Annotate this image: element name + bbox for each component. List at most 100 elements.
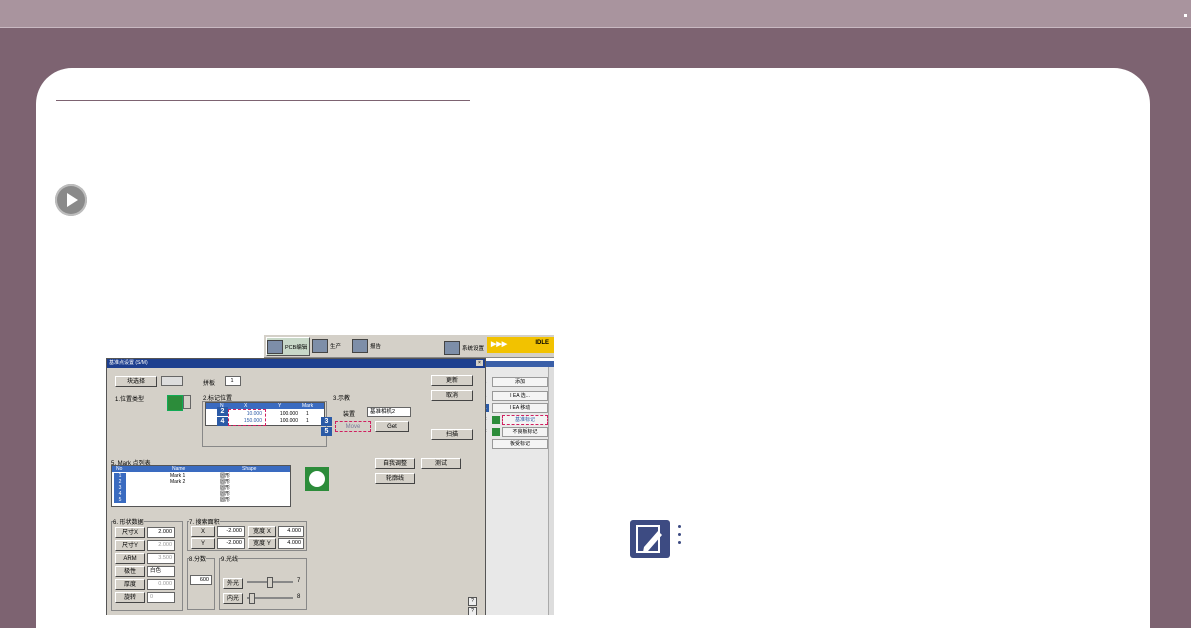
col-name: Name: [172, 466, 186, 472]
idle-label: IDLE: [535, 340, 549, 346]
close-icon[interactable]: ×: [476, 360, 483, 366]
search-y-field[interactable]: -2.000: [217, 538, 245, 549]
block-select-button[interactable]: 块选择: [115, 376, 157, 387]
search-x-field[interactable]: -2.000: [217, 526, 245, 537]
rp-cell: I EA 选...: [492, 390, 548, 401]
outer-light-thumb[interactable]: [267, 577, 273, 588]
system-setting-button[interactable]: 系统设置: [444, 339, 484, 356]
mark-list-table[interactable]: No Name Shape 1 Mark 1 圆形 2 Mark 2 圆形 3 圆形 4圆…: [111, 465, 291, 507]
col-mark: Mark: [302, 403, 314, 409]
width-x-label: 宽度 X: [248, 526, 276, 537]
block-select-field[interactable]: [161, 376, 183, 386]
dialog-title: 基准点设置 (S/M): [109, 360, 148, 366]
mark-shape-preview: [305, 467, 329, 491]
rp-row[interactable]: F不良板标记: [478, 426, 548, 437]
report-label: 报告: [370, 343, 382, 350]
rp-row[interactable]: 1I EA 移动: [478, 402, 548, 413]
get-button[interactable]: Get: [375, 421, 409, 432]
report-button[interactable]: 报告: [352, 337, 381, 354]
highlight-x-cells: [228, 409, 266, 426]
note-pencil-icon: [630, 520, 670, 558]
list-no: 5: [114, 497, 126, 503]
green-swatch: [492, 427, 500, 436]
inner-light-label: 内光: [223, 593, 243, 604]
size-y-field[interactable]: 2.000: [147, 540, 175, 551]
system-icon: [444, 340, 460, 355]
size-x-field[interactable]: 2.000: [147, 527, 175, 538]
arm-field[interactable]: 3.500: [147, 553, 175, 564]
col-no: No: [116, 466, 123, 472]
callout-5: 5: [321, 427, 332, 436]
auto-adjust-button[interactable]: 自我调整: [375, 458, 415, 469]
outer-light-value: 7: [297, 578, 301, 584]
outer-light-label: 外光: [223, 578, 243, 589]
panel-label: 拼板: [203, 381, 216, 387]
rp-cell: 添加: [492, 376, 548, 387]
pcb-edit-button[interactable]: PCB编辑: [266, 337, 310, 356]
rp-row[interactable]: F基准标记: [478, 414, 548, 425]
rp-cell: I EA 移动: [492, 402, 548, 413]
width-y-label: 宽度 Y: [248, 538, 276, 549]
corner-dot: [1184, 14, 1187, 17]
section-shape-data: 6. 形状数据: [113, 517, 144, 526]
width-x-field[interactable]: 4.000: [278, 526, 304, 537]
size-y-label: 尺寸Y: [115, 540, 145, 551]
rotation-label: 旋转: [115, 592, 145, 603]
list-shape: 圆形: [220, 497, 231, 503]
arm-label: ARM: [115, 553, 145, 564]
cell-mark: 1: [306, 411, 309, 417]
scan-button[interactable]: 扫描: [431, 429, 473, 440]
apply-button[interactable]: 更新: [431, 375, 473, 386]
produce-button[interactable]: 生产: [312, 337, 341, 354]
rp-row[interactable]: 1添加: [478, 376, 548, 387]
rp-row[interactable]: 1I EA 选...: [478, 390, 548, 401]
green-swatch: [492, 415, 500, 424]
inner-light-value: 8: [297, 594, 301, 600]
position-type-swatch[interactable]: [167, 395, 183, 411]
rp-cell: 板受标记: [492, 438, 548, 449]
cancel-button[interactable]: 取消: [431, 390, 473, 401]
score-field[interactable]: 600: [190, 575, 212, 585]
pcb-label: PCB编辑: [285, 344, 308, 351]
help-icon[interactable]: ?: [468, 597, 477, 606]
inner-light-thumb[interactable]: [249, 593, 255, 604]
rp-row[interactable]: 板受标记: [478, 438, 548, 449]
help-icon[interactable]: ?: [468, 607, 477, 615]
teach-device-label: 装置: [343, 412, 356, 418]
polarity-label: 极性: [115, 566, 145, 577]
thickness-label: 厚度: [115, 579, 145, 590]
col-shape: Shape: [242, 466, 257, 472]
polarity-select[interactable]: 白色: [147, 566, 175, 577]
outline-button[interactable]: 轮廓线: [375, 473, 415, 484]
thickness-field[interactable]: 0.000: [147, 579, 175, 590]
rp-cell: 基准标记: [502, 414, 548, 425]
section-position-type: 1.位置类型: [115, 397, 145, 403]
search-y-label: Y: [191, 538, 215, 549]
chevron-down-icon[interactable]: [183, 395, 191, 409]
pcb-icon: [267, 339, 283, 354]
callout-2: 2: [217, 407, 228, 416]
software-screenshot: PCB编辑 生产 报告 设备 系统设置 ▶▶▶IDLE 1添加 1I EA 选.…: [97, 333, 554, 615]
section-light: 9.光线: [221, 554, 239, 563]
section-teach: 3.示教: [333, 396, 351, 402]
width-y-field[interactable]: 4.000: [278, 538, 304, 549]
system-label: 系统设置: [462, 345, 485, 352]
right-panel-scrollbar[interactable]: [548, 367, 554, 615]
play-icon[interactable]: [55, 184, 87, 216]
test-button[interactable]: 测试: [421, 458, 461, 469]
search-x-label: X: [191, 526, 215, 537]
callout-4: 4: [217, 417, 228, 426]
cell-y: 100.000: [279, 411, 298, 417]
cell-mark: 1: [306, 418, 309, 424]
move-button[interactable]: Move: [335, 421, 371, 432]
col-y: Y: [278, 403, 282, 409]
list-header: No Name Shape: [112, 466, 290, 472]
top-band: [0, 0, 1191, 28]
rotation-select[interactable]: 0: [147, 592, 175, 603]
produce-label: 生产: [330, 343, 342, 350]
section-score: 8.分数: [189, 554, 207, 563]
list-item[interactable]: 5 圆形: [112, 497, 282, 503]
teach-select[interactable]: 基准相机2: [367, 407, 411, 417]
rp-cell: 不良板标记: [502, 426, 548, 437]
callout-3: 3: [321, 417, 332, 426]
